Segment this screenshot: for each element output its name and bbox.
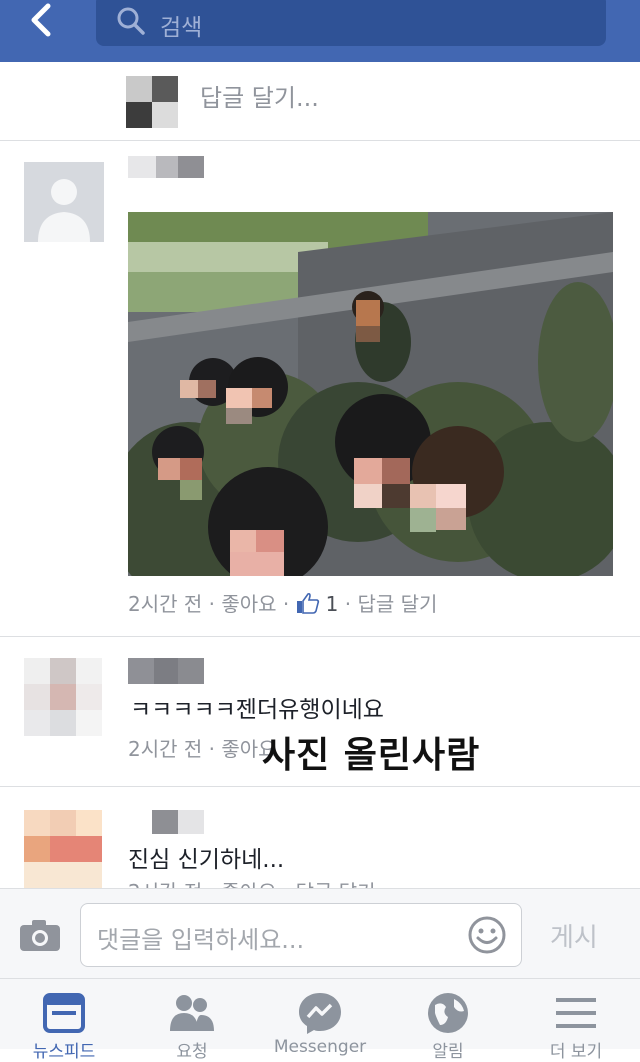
chevron-left-icon [31, 3, 51, 37]
comment-text: 진심 신기하네... [128, 847, 285, 873]
comment-placeholder: 댓글을 입력하세요... [97, 926, 305, 954]
post-button[interactable]: 게시 [550, 917, 598, 954]
menu-icon [556, 998, 596, 1028]
timestamp-like-text[interactable]: 2시간 전 · 좋아요 · [128, 592, 296, 616]
commenter-name-blurred[interactable] [152, 810, 204, 834]
news-feed-icon [43, 993, 85, 1033]
divider [0, 786, 640, 787]
tab-label: 더 보기 [549, 1042, 603, 1062]
avatar[interactable] [24, 810, 102, 888]
messenger-icon [299, 993, 341, 1034]
commenter-name-blurred[interactable] [128, 156, 204, 178]
divider [0, 636, 640, 637]
tab-news-feed[interactable]: 뉴스피드 [0, 979, 128, 1062]
search-icon [117, 7, 145, 35]
caption-overlay: 사진 올린사람 [262, 735, 481, 776]
back-button[interactable] [18, 2, 66, 42]
tab-more[interactable]: 더 보기 [512, 979, 640, 1062]
search-input[interactable]: 검색 [96, 0, 606, 46]
tab-requests[interactable]: 요청 [128, 979, 256, 1062]
commenter-name-blurred[interactable] [128, 658, 204, 684]
photo-soldiers-illustration [128, 212, 613, 576]
default-profile-icon [38, 179, 90, 242]
comment-meta[interactable]: 2시간 전 · 좋아요 [128, 733, 277, 762]
tab-label: 요청 [176, 1042, 208, 1062]
tab-label: Messenger [273, 1037, 367, 1057]
comment-composer: 댓글을 입력하세요... 게시 [0, 888, 640, 979]
reply-prompt[interactable]: 답글 달기... [200, 78, 319, 113]
comment-meta: 2시간 전 · 좋아요 · 1 · 답글 달기 [128, 588, 437, 617]
comment-text: ㅋㅋㅋㅋㅋ젠더유행이네요 [130, 697, 384, 723]
avatar[interactable] [24, 162, 104, 242]
like-count: 1 [325, 592, 339, 616]
divider [0, 140, 640, 141]
thumbs-up-icon [296, 592, 319, 614]
reply-link[interactable]: · 답글 달기 [338, 592, 438, 616]
camera-button[interactable] [18, 917, 62, 953]
tab-label: 알림 [432, 1042, 464, 1062]
attached-photo[interactable] [128, 212, 613, 576]
search-placeholder: 검색 [160, 15, 203, 41]
tab-messenger[interactable]: Messenger [256, 979, 384, 1057]
camera-icon [20, 920, 60, 951]
tab-label: 뉴스피드 [32, 1042, 96, 1062]
comment-input[interactable]: 댓글을 입력하세요... [80, 903, 522, 967]
avatar[interactable] [24, 658, 102, 736]
top-bar: 검색 [0, 0, 640, 62]
emoji-icon[interactable] [467, 915, 507, 955]
tab-notifications[interactable]: 알림 [384, 979, 512, 1062]
globe-notifications-icon [428, 993, 468, 1033]
friend-requests-icon [170, 995, 214, 1031]
avatar[interactable] [126, 76, 178, 128]
tab-bar: 뉴스피드 요청 Messenger 알림 더 보기 [0, 978, 640, 1062]
